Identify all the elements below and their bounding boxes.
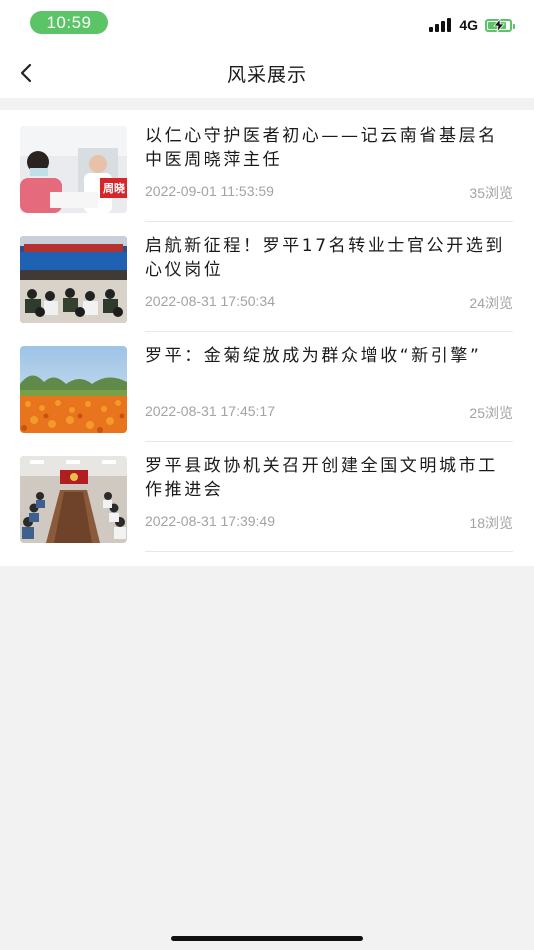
article-title: 罗平县政协机关召开创建全国文明城市工作推进会 <box>145 456 498 500</box>
article-date: 2022-09-01 11:53:59 <box>145 183 274 199</box>
status-time: 10:59 <box>30 11 108 34</box>
article-list: 周晓 以仁心守护医者初心——记云南省基层名中医周晓萍主任 2022-09-01 … <box>0 110 534 566</box>
signal-icon <box>429 18 453 32</box>
nav-bar: 风采展示 <box>0 48 534 98</box>
list-item[interactable]: 周晓 以仁心守护医者初心——记云南省基层名中医周晓萍主任 2022-09-01 … <box>0 110 534 222</box>
article-views: 35浏览 <box>469 185 513 201</box>
article-views: 18浏览 <box>469 515 513 531</box>
article-thumbnail <box>20 236 127 323</box>
article-title: 以仁心守护医者初心——记云南省基层名中医周晓萍主任 <box>145 126 498 170</box>
article-views: 24浏览 <box>469 295 513 311</box>
article-info: 启航新征程！罗平17名转业士官公开选到心仪岗位 2022-08-31 17:50… <box>145 234 513 332</box>
list-item[interactable]: 罗平：金菊绽放成为群众增收“新引擎” 2022-08-31 17:45:17 2… <box>0 330 534 442</box>
article-thumbnail <box>20 346 127 433</box>
list-item[interactable]: 启航新征程！罗平17名转业士官公开选到心仪岗位 2022-08-31 17:50… <box>0 220 534 332</box>
thumb-banner-text: 周晓 <box>103 181 125 195</box>
article-views: 25浏览 <box>469 405 513 421</box>
article-thumbnail <box>20 456 127 543</box>
status-indicators: 4G <box>429 16 515 34</box>
article-date: 2022-08-31 17:45:17 <box>145 403 275 419</box>
home-indicator <box>171 936 363 941</box>
article-title: 罗平：金菊绽放成为群众增收“新引擎” <box>145 346 482 366</box>
status-bar: 10:59 4G <box>0 0 534 48</box>
article-date: 2022-08-31 17:50:34 <box>145 293 275 309</box>
battery-charging-icon <box>485 18 515 32</box>
network-type: 4G <box>459 17 478 33</box>
list-item[interactable]: 罗平县政协机关召开创建全国文明城市工作推进会 2022-08-31 17:39:… <box>0 440 534 552</box>
article-title: 启航新征程！罗平17名转业士官公开选到心仪岗位 <box>145 236 506 280</box>
article-info: 以仁心守护医者初心——记云南省基层名中医周晓萍主任 2022-09-01 11:… <box>145 124 513 222</box>
article-date: 2022-08-31 17:39:49 <box>145 513 275 529</box>
article-thumbnail: 周晓 <box>20 126 127 213</box>
article-info: 罗平县政协机关召开创建全国文明城市工作推进会 2022-08-31 17:39:… <box>145 454 513 552</box>
page-title: 风采展示 <box>226 64 307 86</box>
article-info: 罗平：金菊绽放成为群众增收“新引擎” 2022-08-31 17:45:17 2… <box>145 344 513 442</box>
